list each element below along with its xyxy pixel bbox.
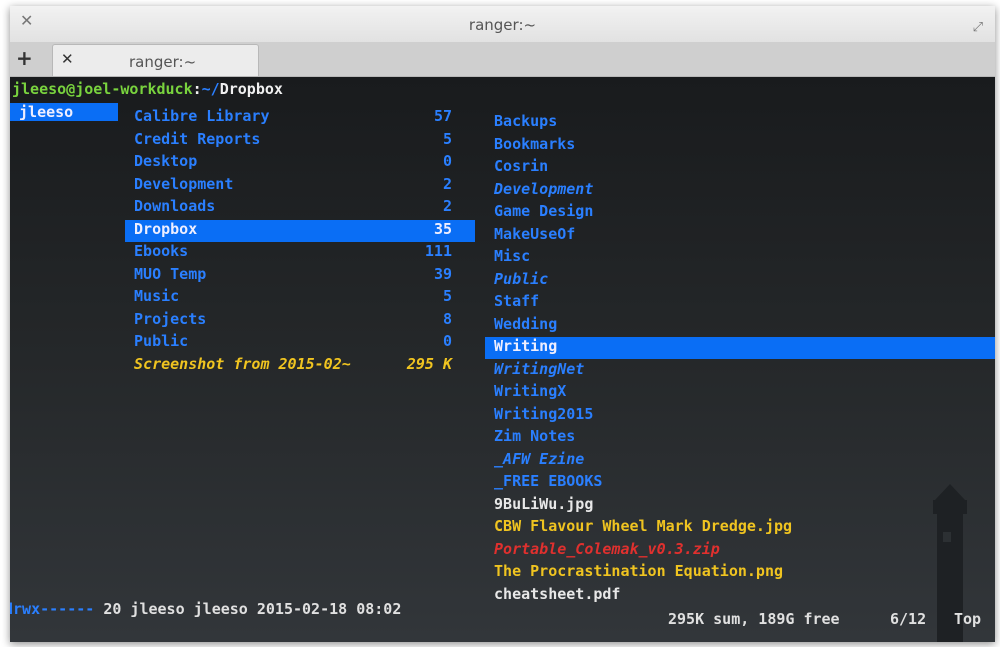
preview-item[interactable]: WritingX: [485, 382, 566, 400]
tab-close-icon[interactable]: ✕: [61, 50, 74, 68]
preview-item[interactable]: _FREE EBOOKS: [485, 472, 602, 490]
preview-item[interactable]: Misc: [485, 247, 530, 265]
list-item-name: Screenshot from 2015-02~: [125, 354, 351, 373]
prompt-line: jleeso@joel-workduck:~/Dropbox: [12, 80, 283, 98]
list-item-name: Calibre Library: [125, 107, 270, 125]
preview-item[interactable]: Zim Notes: [485, 427, 575, 445]
preview-item[interactable]: Backups: [485, 112, 557, 130]
maximize-icon[interactable]: ⤢: [973, 20, 983, 35]
prompt-path: ~/: [201, 80, 220, 98]
list-item[interactable]: Calibre Library: [125, 107, 270, 125]
tab-ranger[interactable]: ✕ ranger:~: [52, 44, 259, 76]
status-summary: 295K sum, 189G free: [668, 610, 840, 628]
preview-item[interactable]: cheatsheet.pdf: [485, 585, 620, 603]
tab-label: ranger:~: [129, 53, 197, 71]
list-item[interactable]: Ebooks: [125, 242, 188, 260]
list-item-count: 111: [424, 242, 452, 260]
list-item-name: Desktop: [125, 152, 198, 170]
list-item[interactable]: Music: [125, 287, 179, 305]
preview-item[interactable]: Development: [485, 180, 593, 198]
list-item-count: 39: [433, 264, 452, 283]
list-item-count: 2: [442, 174, 452, 193]
preview-item[interactable]: 9BuLiWu.jpg: [485, 495, 593, 513]
status-scroll: Top: [954, 610, 982, 628]
preview-item[interactable]: Cosrin: [485, 157, 548, 175]
list-item-name: Dropbox: [125, 219, 198, 238]
list-item-count: 35: [433, 219, 452, 238]
preview-item[interactable]: WritingNet: [485, 360, 584, 378]
list-item-name: Ebooks: [125, 242, 189, 260]
preview-item[interactable]: Game Design: [485, 202, 593, 220]
list-item-name: Projects: [125, 309, 207, 328]
preview-item[interactable]: MakeUseOf: [485, 225, 575, 243]
window-title: ranger:~: [468, 16, 537, 34]
status-position: 6/12: [890, 610, 927, 628]
status-bar-left: drwx------ 20 jleeso jleeso 2015-02-18 0…: [10, 600, 401, 618]
list-item-name: MUO Temp: [125, 264, 207, 283]
list-item[interactable]: Development: [125, 175, 233, 193]
list-item-name: Development: [125, 174, 234, 193]
list-item-count: 5: [442, 129, 452, 148]
title-bar: ✕ ranger:~ ⤢: [10, 6, 995, 42]
list-item[interactable]: Credit Reports: [125, 130, 260, 148]
prompt-sep: :: [192, 80, 202, 98]
list-item-count: 8: [442, 309, 452, 328]
parent-item[interactable]: jleeso: [10, 103, 118, 121]
list-item-count: 2: [442, 197, 452, 215]
preview-item[interactable]: Writing2015: [485, 405, 593, 423]
new-tab-button[interactable]: +: [16, 46, 33, 70]
terminal-window: ✕ ranger:~ ⤢ + ✕ ranger:~ jleeso@joel-wo…: [10, 6, 995, 642]
status-perms: drwx------: [10, 600, 95, 618]
prompt-current-dir: Dropbox: [219, 80, 283, 98]
tab-bar: + ✕ ranger:~: [10, 42, 995, 77]
list-item-count: 5: [442, 287, 452, 305]
preview-item[interactable]: Writing: [485, 337, 995, 359]
list-item[interactable]: Downloads: [125, 197, 215, 215]
preview-item[interactable]: Public: [485, 270, 548, 288]
preview-item[interactable]: The Procrastination Equation.png: [485, 562, 783, 580]
list-item[interactable]: MUO Temp: [125, 265, 206, 283]
preview-item[interactable]: _AFW Ezine: [485, 450, 584, 468]
prompt-user-host: jleeso@joel-workduck: [12, 80, 193, 98]
list-item-name: Credit Reports: [125, 129, 261, 148]
list-item[interactable]: Projects: [125, 310, 206, 328]
preview-item[interactable]: CBW Flavour Wheel Mark Dredge.jpg: [485, 517, 792, 535]
list-item-name: Public: [125, 332, 189, 350]
list-item-count: 57: [433, 107, 452, 125]
list-item-count: 0: [442, 332, 452, 350]
list-item-name: Downloads: [125, 197, 216, 215]
preview-item[interactable]: Bookmarks: [485, 135, 575, 153]
list-item[interactable]: Screenshot from 2015-02~: [125, 355, 351, 373]
terminal-area[interactable]: jleeso@joel-workduck:~/Dropbox jleeso Ca…: [10, 77, 995, 642]
preview-item[interactable]: Wedding: [485, 315, 557, 333]
list-item[interactable]: Public: [125, 332, 188, 350]
list-item[interactable]: Desktop: [125, 152, 197, 170]
list-item-name: Music: [125, 287, 180, 305]
status-info: 20 jleeso jleeso 2015-02-18 08:02: [103, 600, 402, 618]
preview-item[interactable]: Portable_Colemak_v0.3.zip: [485, 540, 720, 558]
list-item-count: 0: [442, 152, 452, 170]
list-item-count: 295 K: [406, 354, 452, 373]
preview-item[interactable]: Staff: [485, 292, 539, 310]
